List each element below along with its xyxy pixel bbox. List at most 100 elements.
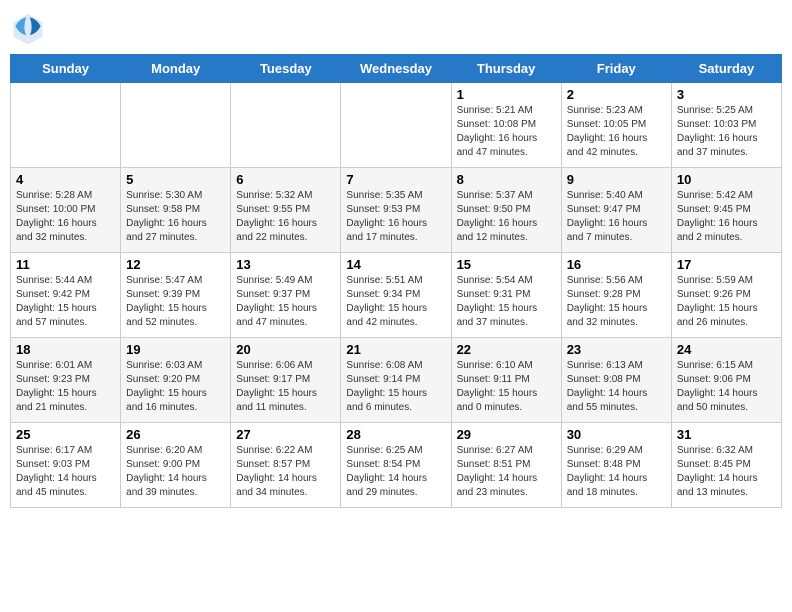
day-number: 21 (346, 342, 445, 357)
day-number: 26 (126, 427, 225, 442)
day-info: Sunrise: 5:51 AM Sunset: 9:34 PM Dayligh… (346, 274, 445, 330)
day-info: Sunrise: 5:44 AM Sunset: 9:42 PM Dayligh… (16, 274, 115, 330)
day-info: Sunrise: 6:22 AM Sunset: 8:57 PM Dayligh… (236, 444, 335, 500)
day-info: Sunrise: 5:42 AM Sunset: 9:45 PM Dayligh… (677, 189, 776, 245)
calendar-cell: 7 Sunrise: 5:35 AM Sunset: 9:53 PM Daylig… (341, 168, 451, 253)
day-info: Sunrise: 5:59 AM Sunset: 9:26 PM Dayligh… (677, 274, 776, 330)
day-number: 12 (126, 257, 225, 272)
day-info: Sunrise: 6:25 AM Sunset: 8:54 PM Dayligh… (346, 444, 445, 500)
weekday-header-thursday: Thursday (451, 55, 561, 83)
calendar-cell: 8 Sunrise: 5:37 AM Sunset: 9:50 PM Daylig… (451, 168, 561, 253)
day-info: Sunrise: 5:56 AM Sunset: 9:28 PM Dayligh… (567, 274, 666, 330)
calendar-cell: 5 Sunrise: 5:30 AM Sunset: 9:58 PM Daylig… (121, 168, 231, 253)
day-number: 24 (677, 342, 776, 357)
calendar-cell: 15Sunrise: 5:54 AM Sunset: 9:31 PM Dayli… (451, 253, 561, 338)
calendar-cell (11, 83, 121, 168)
day-number: 17 (677, 257, 776, 272)
day-number: 5 (126, 172, 225, 187)
calendar-table: SundayMondayTuesdayWednesdayThursdayFrid… (10, 54, 782, 508)
day-number: 16 (567, 257, 666, 272)
day-info: Sunrise: 5:28 AM Sunset: 10:00 PM Daylig… (16, 189, 115, 245)
header (10, 10, 782, 46)
day-info: Sunrise: 6:17 AM Sunset: 9:03 PM Dayligh… (16, 444, 115, 500)
day-number: 13 (236, 257, 335, 272)
day-number: 20 (236, 342, 335, 357)
logo-icon (10, 10, 46, 46)
day-number: 23 (567, 342, 666, 357)
day-info: Sunrise: 5:40 AM Sunset: 9:47 PM Dayligh… (567, 189, 666, 245)
calendar-cell: 1 Sunrise: 5:21 AM Sunset: 10:08 PM Dayli… (451, 83, 561, 168)
day-number: 22 (457, 342, 556, 357)
calendar-cell (341, 83, 451, 168)
calendar-cell: 27 Sunrise: 6:22 AM Sunset: 8:57 PM Dayli… (231, 423, 341, 508)
day-number: 18 (16, 342, 115, 357)
week-row-3: 11 Sunrise: 5:44 AM Sunset: 9:42 PM Dayli… (11, 253, 782, 338)
calendar-cell: 30Sunrise: 6:29 AM Sunset: 8:48 PM Dayli… (561, 423, 671, 508)
day-info: Sunrise: 5:23 AM Sunset: 10:05 PM Daylig… (567, 104, 666, 160)
calendar-cell: 13Sunrise: 5:49 AM Sunset: 9:37 PM Dayli… (231, 253, 341, 338)
weekday-header-sunday: Sunday (11, 55, 121, 83)
day-info: Sunrise: 5:32 AM Sunset: 9:55 PM Dayligh… (236, 189, 335, 245)
weekday-header-wednesday: Wednesday (341, 55, 451, 83)
day-info: Sunrise: 6:13 AM Sunset: 9:08 PM Dayligh… (567, 359, 666, 415)
weekday-header-row: SundayMondayTuesdayWednesdayThursdayFrid… (11, 55, 782, 83)
day-info: Sunrise: 6:03 AM Sunset: 9:20 PM Dayligh… (126, 359, 225, 415)
day-number: 6 (236, 172, 335, 187)
day-number: 10 (677, 172, 776, 187)
calendar-cell: 26 Sunrise: 6:20 AM Sunset: 9:00 PM Dayli… (121, 423, 231, 508)
day-info: Sunrise: 5:35 AM Sunset: 9:53 PM Dayligh… (346, 189, 445, 245)
day-number: 7 (346, 172, 445, 187)
day-number: 3 (677, 87, 776, 102)
day-number: 11 (16, 257, 115, 272)
day-number: 29 (457, 427, 556, 442)
day-number: 8 (457, 172, 556, 187)
day-info: Sunrise: 5:37 AM Sunset: 9:50 PM Dayligh… (457, 189, 556, 245)
day-number: 31 (677, 427, 776, 442)
calendar-cell: 21 Sunrise: 6:08 AM Sunset: 9:14 PM Dayli… (341, 338, 451, 423)
calendar-cell: 14 Sunrise: 5:51 AM Sunset: 9:34 PM Dayli… (341, 253, 451, 338)
weekday-header-friday: Friday (561, 55, 671, 83)
week-row-4: 18Sunrise: 6:01 AM Sunset: 9:23 PM Dayli… (11, 338, 782, 423)
calendar-cell: 22Sunrise: 6:10 AM Sunset: 9:11 PM Dayli… (451, 338, 561, 423)
day-info: Sunrise: 6:08 AM Sunset: 9:14 PM Dayligh… (346, 359, 445, 415)
day-number: 14 (346, 257, 445, 272)
calendar-cell: 11 Sunrise: 5:44 AM Sunset: 9:42 PM Dayli… (11, 253, 121, 338)
day-number: 30 (567, 427, 666, 442)
calendar-cell: 24 Sunrise: 6:15 AM Sunset: 9:06 PM Dayli… (671, 338, 781, 423)
calendar-cell (121, 83, 231, 168)
week-row-2: 4 Sunrise: 5:28 AM Sunset: 10:00 PM Dayli… (11, 168, 782, 253)
calendar-cell: 4 Sunrise: 5:28 AM Sunset: 10:00 PM Dayli… (11, 168, 121, 253)
day-info: Sunrise: 5:47 AM Sunset: 9:39 PM Dayligh… (126, 274, 225, 330)
day-info: Sunrise: 6:15 AM Sunset: 9:06 PM Dayligh… (677, 359, 776, 415)
day-info: Sunrise: 5:25 AM Sunset: 10:03 PM Daylig… (677, 104, 776, 160)
day-info: Sunrise: 5:21 AM Sunset: 10:08 PM Daylig… (457, 104, 556, 160)
day-number: 9 (567, 172, 666, 187)
calendar-cell: 17 Sunrise: 5:59 AM Sunset: 9:26 PM Dayli… (671, 253, 781, 338)
calendar-cell: 16 Sunrise: 5:56 AM Sunset: 9:28 PM Dayli… (561, 253, 671, 338)
calendar-cell (231, 83, 341, 168)
day-number: 25 (16, 427, 115, 442)
calendar-cell: 20Sunrise: 6:06 AM Sunset: 9:17 PM Dayli… (231, 338, 341, 423)
calendar-cell: 2 Sunrise: 5:23 AM Sunset: 10:05 PM Dayli… (561, 83, 671, 168)
weekday-header-monday: Monday (121, 55, 231, 83)
calendar-cell: 19 Sunrise: 6:03 AM Sunset: 9:20 PM Dayli… (121, 338, 231, 423)
day-info: Sunrise: 6:20 AM Sunset: 9:00 PM Dayligh… (126, 444, 225, 500)
calendar-cell: 23 Sunrise: 6:13 AM Sunset: 9:08 PM Dayli… (561, 338, 671, 423)
calendar-cell: 18Sunrise: 6:01 AM Sunset: 9:23 PM Dayli… (11, 338, 121, 423)
day-number: 4 (16, 172, 115, 187)
calendar-cell: 25 Sunrise: 6:17 AM Sunset: 9:03 PM Dayli… (11, 423, 121, 508)
day-info: Sunrise: 6:32 AM Sunset: 8:45 PM Dayligh… (677, 444, 776, 500)
weekday-header-tuesday: Tuesday (231, 55, 341, 83)
day-number: 1 (457, 87, 556, 102)
day-number: 19 (126, 342, 225, 357)
day-number: 27 (236, 427, 335, 442)
day-info: Sunrise: 6:27 AM Sunset: 8:51 PM Dayligh… (457, 444, 556, 500)
weekday-header-saturday: Saturday (671, 55, 781, 83)
day-info: Sunrise: 5:30 AM Sunset: 9:58 PM Dayligh… (126, 189, 225, 245)
day-number: 2 (567, 87, 666, 102)
day-info: Sunrise: 5:54 AM Sunset: 9:31 PM Dayligh… (457, 274, 556, 330)
calendar-cell: 31 Sunrise: 6:32 AM Sunset: 8:45 PM Dayli… (671, 423, 781, 508)
calendar-cell: 6 Sunrise: 5:32 AM Sunset: 9:55 PM Daylig… (231, 168, 341, 253)
calendar-cell: 12 Sunrise: 5:47 AM Sunset: 9:39 PM Dayli… (121, 253, 231, 338)
week-row-1: 1 Sunrise: 5:21 AM Sunset: 10:08 PM Dayli… (11, 83, 782, 168)
